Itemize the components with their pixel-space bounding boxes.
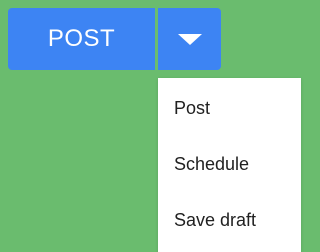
dropdown-menu: Post Schedule Save draft [158, 78, 301, 252]
post-button[interactable]: POST [8, 8, 155, 70]
menu-item-post[interactable]: Post [158, 80, 301, 136]
menu-item-save-draft[interactable]: Save draft [158, 192, 301, 248]
menu-item-schedule[interactable]: Schedule [158, 136, 301, 192]
caret-down-icon [177, 33, 202, 45]
split-button: POST [8, 8, 221, 70]
dropdown-toggle-button[interactable] [158, 8, 221, 70]
